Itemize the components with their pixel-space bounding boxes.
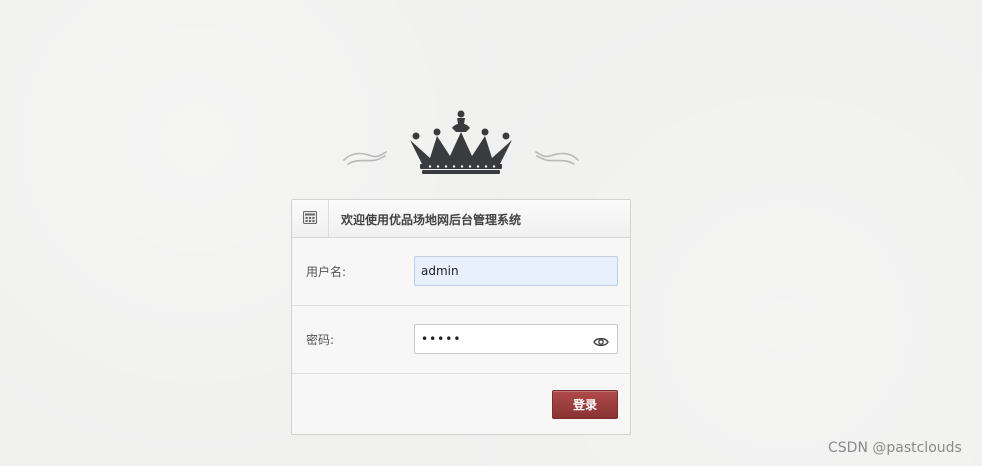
eye-icon[interactable] xyxy=(593,333,609,347)
building-icon xyxy=(303,209,317,228)
login-button[interactable]: 登录 xyxy=(552,390,618,419)
header-icon-box xyxy=(292,200,329,237)
login-panel: 欢迎使用优品场地网后台管理系统 用户名: 密码: 登录 xyxy=(291,199,631,435)
username-label: 用户名: xyxy=(306,265,347,279)
password-label: 密码: xyxy=(306,333,335,347)
username-input[interactable] xyxy=(414,256,618,286)
crown-icon xyxy=(343,110,579,174)
panel-title: 欢迎使用优品场地网后台管理系统 xyxy=(341,213,522,227)
watermark: CSDN @pastclouds xyxy=(828,440,962,456)
username-row: 用户名: xyxy=(292,238,630,306)
password-row: 密码: xyxy=(292,306,630,374)
password-input[interactable] xyxy=(414,324,618,354)
panel-header: 欢迎使用优品场地网后台管理系统 xyxy=(292,200,630,238)
action-row: 登录 xyxy=(292,374,630,438)
logo xyxy=(340,108,582,176)
